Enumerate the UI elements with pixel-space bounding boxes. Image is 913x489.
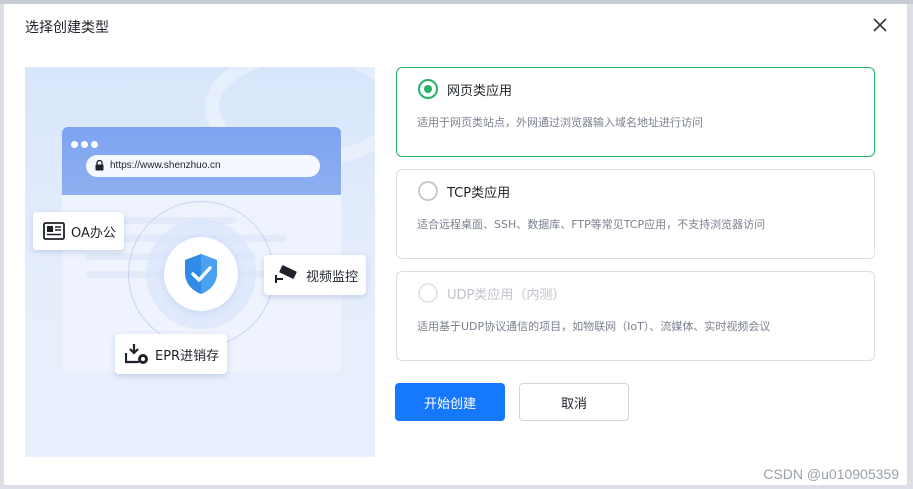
lock-icon <box>95 160 104 171</box>
dialog-title: 选择创建类型 <box>25 20 109 36</box>
cancel-button[interactable]: 取消 <box>519 383 629 421</box>
illustration-panel: https://www.shenzhuo.cn OA办公 视频监控 EPR进销存 <box>25 67 375 457</box>
cctv-camera-icon <box>275 265 297 283</box>
browser-header: https://www.shenzhuo.cn <box>62 127 341 195</box>
option-udp-app-title: UDP类应用（内测） <box>447 288 566 303</box>
option-udp-app-desc: 适用基于UDP协议通信的项目，如物联网（IoT）、流媒体、实时视频会议 <box>417 320 771 333</box>
tag-video-label: 视频监控 <box>306 269 359 285</box>
tag-epr-inventory: EPR进销存 <box>115 334 228 374</box>
radio-web-app[interactable] <box>418 79 438 99</box>
close-icon[interactable] <box>871 16 889 34</box>
url-text: https://www.shenzhuo.cn <box>110 160 221 171</box>
radio-udp-app <box>418 283 438 303</box>
shield-check-icon <box>185 254 217 294</box>
option-tcp-app-title: TCP类应用 <box>447 186 511 201</box>
tag-oa-label: OA办公 <box>71 225 116 241</box>
tag-oa-office: OA办公 <box>33 212 124 250</box>
radio-tcp-app[interactable] <box>418 181 438 201</box>
window-dots-icon <box>71 133 101 152</box>
option-udp-app: UDP类应用（内测） 适用基于UDP协议通信的项目，如物联网（IoT）、流媒体、… <box>396 271 875 361</box>
create-type-dialog: 选择创建类型 https://www.shenzhuo.cn OA办公 视频监控… <box>4 4 907 485</box>
start-create-button[interactable]: 开始创建 <box>395 383 505 421</box>
newspaper-icon <box>43 222 65 240</box>
option-tcp-app-desc: 适合远程桌面、SSH、数据库、FTP等常见TCP应用，不支持浏览器访问 <box>417 218 766 231</box>
option-web-app[interactable]: 网页类应用 适用于网页类站点，外网通过浏览器输入域名地址进行访问 <box>396 67 875 157</box>
download-box-icon <box>125 344 148 364</box>
tag-video-surveillance: 视频监控 <box>264 255 367 295</box>
option-web-app-desc: 适用于网页类站点，外网通过浏览器输入域名地址进行访问 <box>417 116 703 129</box>
shield-badge <box>164 237 238 311</box>
watermark: CSDN @u010905359 <box>763 466 899 482</box>
url-bar: https://www.shenzhuo.cn <box>86 155 320 177</box>
tag-epr-label: EPR进销存 <box>155 348 220 364</box>
option-tcp-app[interactable]: TCP类应用 适合远程桌面、SSH、数据库、FTP等常见TCP应用，不支持浏览器… <box>396 169 875 259</box>
option-web-app-title: 网页类应用 <box>447 84 513 99</box>
